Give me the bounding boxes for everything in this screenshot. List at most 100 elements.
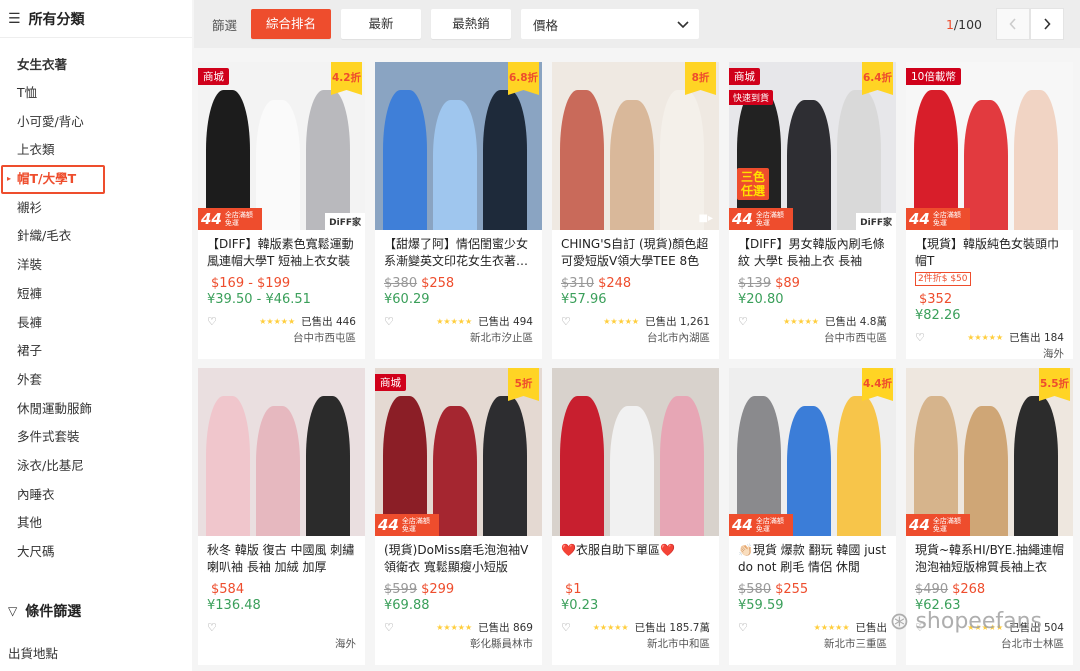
product-card[interactable]: 商城 快速到貨 6.4折 三色任選 44 全店滿額 免運 DiFF家 【DIFF】男女韓版內… bbox=[729, 62, 896, 359]
category-item-9[interactable]: 裙子 bbox=[0, 337, 192, 366]
free-shipping-promo-badge: 44 全店滿額 免運 bbox=[375, 514, 439, 536]
converted-price: ¥57.96 bbox=[561, 292, 607, 307]
category-item-5[interactable]: 針織/毛衣 bbox=[0, 222, 192, 251]
category-label: 針織/毛衣 bbox=[17, 228, 72, 244]
product-title[interactable]: 【甜爆了阿】情侶閨蜜少女系漸變英文印花女生衣著帽T bbox=[375, 230, 542, 270]
product-card[interactable]: 商城 5折 44 全店滿額 免運 (現貨)DoMiss磨毛泡泡袖V領衛衣 寬鬆顯瘦小短… bbox=[375, 368, 542, 665]
mall-badge: 10倍載幣 bbox=[906, 68, 961, 85]
filter-header-label: 條件篩選 bbox=[25, 603, 82, 620]
product-stats: ♡ ★★★★★ 已售出 4.8萬 bbox=[729, 310, 896, 328]
heart-like-icon[interactable]: ♡ bbox=[384, 315, 394, 328]
category-item-8[interactable]: 長褲 bbox=[0, 309, 192, 338]
category-item-13[interactable]: 泳衣/比基尼 bbox=[0, 452, 192, 481]
product-price: $380 $258 bbox=[375, 270, 542, 292]
product-price: $580 $255 bbox=[729, 576, 896, 598]
product-card[interactable]: 6.8折 【甜爆了阿】情侶閨蜜少女系漸變英文印花女生衣著帽T $380$258 … bbox=[375, 62, 542, 359]
mini-pager: 1/100 bbox=[946, 8, 1064, 40]
product-image[interactable]: 4.4折 44 全店滿額 免運 bbox=[729, 368, 896, 536]
heart-like-icon[interactable]: ♡ bbox=[207, 315, 217, 328]
all-categories-header[interactable]: ☰ 所有分類 bbox=[0, 0, 192, 38]
page-indicator: 1/100 bbox=[945, 16, 982, 32]
category-title[interactable]: 女生衣著 bbox=[0, 38, 192, 79]
rating-stars-icon: ★★★★★ bbox=[436, 622, 473, 632]
category-item-14[interactable]: 內睡衣 bbox=[0, 481, 192, 510]
heart-like-icon[interactable]: ♡ bbox=[207, 621, 217, 634]
category-item-15[interactable]: 其他 bbox=[0, 509, 192, 538]
product-image[interactable]: 商城 5折 44 全店滿額 免運 bbox=[375, 368, 542, 536]
product-title[interactable]: 【現貨】韓版純色女裝頭巾帽T bbox=[906, 230, 1073, 270]
product-image[interactable] bbox=[552, 368, 719, 536]
product-image[interactable] bbox=[198, 368, 365, 536]
product-card[interactable]: ❤️衣服自助下單區❤️ $1 ¥0.23 ♡ ★★★★★ 已售出 185.7萬 … bbox=[552, 368, 719, 665]
prev-page-button[interactable] bbox=[996, 8, 1030, 40]
wechat-logo-icon: ⊛ bbox=[889, 607, 910, 635]
filter-option-taiwan[interactable]: 台灣 bbox=[0, 662, 192, 671]
category-item-16[interactable]: 大尺碼 bbox=[0, 538, 192, 567]
product-title[interactable]: ❤️衣服自助下單區❤️ bbox=[552, 536, 719, 576]
product-image[interactable]: 6.8折 bbox=[375, 62, 542, 230]
sale-price: $89 bbox=[775, 276, 800, 291]
category-item-12[interactable]: 多件式套裝 bbox=[0, 423, 192, 452]
heart-like-icon[interactable]: ♡ bbox=[561, 621, 571, 634]
product-stats: ♡ ★★★★★ 已售出 446 bbox=[198, 310, 365, 328]
product-title[interactable]: 秋冬 韓版 復古 中國風 刺繡 喇叭袖 長袖 加絨 加厚 bbox=[198, 536, 365, 576]
sale-price: $1 bbox=[565, 582, 582, 597]
product-card[interactable]: 秋冬 韓版 復古 中國風 刺繡 喇叭袖 長袖 加絨 加厚 $584 ¥136.4… bbox=[198, 368, 365, 665]
heart-like-icon[interactable]: ♡ bbox=[384, 621, 394, 634]
heart-like-icon[interactable]: ♡ bbox=[738, 315, 748, 328]
product-title[interactable]: 【DIFF】男女韓版內刷毛條紋 大學t 長袖上衣 長袖 bbox=[729, 230, 896, 270]
next-page-button[interactable] bbox=[1030, 8, 1064, 40]
category-item-4[interactable]: 襯衫 bbox=[0, 194, 192, 223]
product-image[interactable]: 10倍載幣 44 全店滿額 免運 bbox=[906, 62, 1073, 230]
product-title[interactable]: CHING'S自訂 (現貨)顏色超可愛短版V領大學TEE 8色 bbox=[552, 230, 719, 270]
ship-location: 新北市汐止區 bbox=[470, 332, 533, 344]
ship-location: 台中市西屯區 bbox=[824, 332, 887, 344]
category-item-6[interactable]: 洋裝 bbox=[0, 251, 192, 280]
filter-funnel-icon: ▽ bbox=[8, 603, 18, 618]
product-image[interactable]: 8折 ■▸ bbox=[552, 62, 719, 230]
category-item-2[interactable]: 上衣類 bbox=[0, 136, 192, 165]
free-shipping-promo-badge: 44 全店滿額 免運 bbox=[729, 514, 793, 536]
product-title[interactable]: 現貨~韓系HI/BYE.抽繩連帽泡泡袖短版棉質長袖上衣 bbox=[906, 536, 1073, 576]
sale-price: $258 bbox=[421, 276, 455, 291]
rating-stars-icon: ★★★★★ bbox=[603, 316, 640, 326]
heart-like-icon[interactable]: ♡ bbox=[915, 331, 925, 344]
converted-price: ¥20.80 bbox=[738, 292, 784, 307]
ship-location: 新北市中和區 bbox=[647, 638, 710, 650]
category-item-0[interactable]: T恤 bbox=[0, 79, 192, 108]
mall-badge: 商城 bbox=[198, 68, 229, 85]
product-title[interactable]: 【DIFF】韓版素色寬鬆運動風連帽大學T 短袖上衣女裝 bbox=[198, 230, 365, 270]
product-title[interactable]: (現貨)DoMiss磨毛泡泡袖V領衛衣 寬鬆顯瘦小短版 bbox=[375, 536, 542, 576]
product-card[interactable]: 10倍載幣 44 全店滿額 免運 【現貨】韓版純色女裝頭巾帽T 2件折$ $50 $… bbox=[906, 62, 1073, 359]
product-card[interactable]: 8折 ■▸ CHING'S自訂 (現貨)顏色超可愛短版V領大學TEE 8色 $31… bbox=[552, 62, 719, 359]
category-label: T恤 bbox=[17, 85, 38, 100]
ship-location: 彰化縣員林市 bbox=[470, 638, 533, 650]
category-item-11[interactable]: 休閒運動服飾 bbox=[0, 395, 192, 424]
category-item-10[interactable]: 外套 bbox=[0, 366, 192, 395]
filter-section-ship-location: 出貨地點 bbox=[8, 645, 59, 661]
heart-like-icon[interactable]: ♡ bbox=[561, 315, 571, 328]
price-sort-select[interactable]: 價格 bbox=[521, 9, 700, 39]
category-item-1[interactable]: 小可愛/背心 bbox=[0, 108, 192, 137]
product-image[interactable]: 5.5折 44 全店滿額 免運 bbox=[906, 368, 1073, 536]
product-image[interactable]: 商城 快速到貨 6.4折 三色任選 44 全店滿額 免運 DiFF家 bbox=[729, 62, 896, 230]
category-sidebar: ☰ 所有分類 女生衣著 T恤小可愛/背心 上衣類 ▸ 帽T/大學T 襯衫針織/毛衣洋裝短… bbox=[0, 0, 192, 671]
sort-relevance-button[interactable]: 綜合排名 bbox=[251, 9, 332, 39]
product-image[interactable]: 商城 4.2折 44 全店滿額 免運 DiFF家 bbox=[198, 62, 365, 230]
sort-latest-button[interactable]: 最新 bbox=[341, 9, 422, 39]
product-card[interactable]: 商城 4.2折 44 全店滿額 免運 DiFF家 【DIFF】韓版素色寬鬆運動風連帽大學… bbox=[198, 62, 365, 359]
category-item-3[interactable]: ▸ 帽T/大學T bbox=[1, 165, 105, 194]
product-card[interactable]: 4.4折 44 全店滿額 免運 👏🏻現貨 爆款 翻玩 韓國 just do not … bbox=[729, 368, 896, 665]
product-stats: ♡ ★★★★★ 已售出 494 bbox=[375, 310, 542, 328]
product-title[interactable]: 👏🏻現貨 爆款 翻玩 韓國 just do not 刷毛 情侶 休閒 bbox=[729, 536, 896, 576]
chevron-left-icon bbox=[1009, 18, 1016, 30]
sold-count: 已售出 869 bbox=[478, 621, 533, 634]
converted-price: ¥136.48 bbox=[207, 598, 261, 613]
product-stats: ♡ ★★★★★ 已售出 1,261 bbox=[552, 310, 719, 328]
rating-stars-icon: ★★★★★ bbox=[436, 316, 473, 326]
ship-location: 海外 bbox=[1043, 348, 1064, 359]
product-grid: 商城 4.2折 44 全店滿額 免運 DiFF家 【DIFF】韓版素色寬鬆運動風連帽大學… bbox=[198, 62, 1074, 665]
sort-top-sales-button[interactable]: 最熱銷 bbox=[431, 9, 512, 39]
heart-like-icon[interactable]: ♡ bbox=[738, 621, 748, 634]
category-item-7[interactable]: 短褲 bbox=[0, 280, 192, 309]
